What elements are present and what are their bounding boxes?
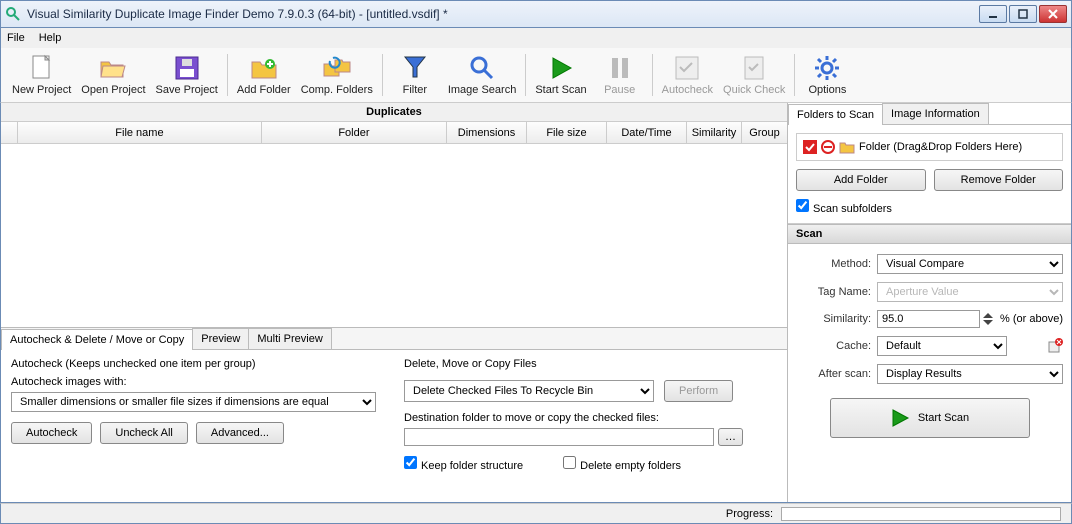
remove-icon bbox=[821, 140, 835, 154]
comp-folders-button[interactable]: Comp. Folders bbox=[296, 51, 378, 99]
minimize-button[interactable] bbox=[979, 5, 1007, 23]
add-folder-button[interactable]: Add Folder bbox=[232, 51, 296, 99]
pause-icon bbox=[606, 54, 634, 82]
menu-file[interactable]: File bbox=[7, 32, 25, 44]
tab-folders-to-scan[interactable]: Folders to Scan bbox=[788, 104, 883, 125]
folder-drop-hint: Folder (Drag&Drop Folders Here) bbox=[859, 141, 1022, 153]
duplicates-title: Duplicates bbox=[1, 103, 787, 122]
similarity-label: Similarity: bbox=[796, 313, 871, 325]
checklist-icon bbox=[673, 54, 701, 82]
keep-structure-checkbox[interactable]: Keep folder structure bbox=[404, 456, 523, 472]
grid-header: File name Folder Dimensions File size Da… bbox=[1, 122, 787, 144]
options-button[interactable]: Options bbox=[799, 51, 855, 99]
after-scan-select[interactable]: Display Results bbox=[877, 364, 1063, 384]
col-dimensions[interactable]: Dimensions bbox=[447, 122, 527, 143]
col-filename[interactable]: File name bbox=[18, 122, 262, 143]
col-group[interactable]: Group bbox=[742, 122, 787, 143]
cache-select[interactable]: Default bbox=[877, 336, 1007, 356]
status-bar: Progress: bbox=[0, 503, 1072, 524]
tagname-label: Tag Name: bbox=[796, 286, 871, 298]
autocheck-run-button[interactable]: Autocheck bbox=[11, 422, 92, 444]
tab-image-information[interactable]: Image Information bbox=[882, 103, 989, 124]
tab-multi-preview[interactable]: Multi Preview bbox=[248, 328, 331, 349]
autocheck-rule-select[interactable]: Smaller dimensions or smaller file sizes… bbox=[11, 392, 376, 412]
toolbar: New Project Open Project Save Project Ad… bbox=[0, 48, 1072, 103]
quick-check-icon bbox=[740, 54, 768, 82]
open-project-button[interactable]: Open Project bbox=[76, 51, 150, 99]
maximize-button[interactable] bbox=[1009, 5, 1037, 23]
save-project-button[interactable]: Save Project bbox=[151, 51, 223, 99]
scan-section-head: Scan bbox=[788, 224, 1071, 244]
autocheck-button[interactable]: Autocheck bbox=[657, 51, 718, 99]
uncheck-all-button[interactable]: Uncheck All bbox=[100, 422, 187, 444]
delete-cache-icon[interactable] bbox=[1047, 338, 1063, 354]
window-title: Visual Similarity Duplicate Image Finder… bbox=[27, 7, 977, 21]
similarity-input[interactable] bbox=[877, 310, 980, 328]
tagname-select[interactable]: Aperture Value bbox=[877, 282, 1063, 302]
similarity-suffix: % (or above) bbox=[1000, 313, 1063, 325]
autocheck-desc: Autocheck (Keeps unchecked one item per … bbox=[11, 358, 384, 370]
play-icon bbox=[547, 54, 575, 82]
funnel-icon bbox=[401, 54, 429, 82]
autocheck-with-label: Autocheck images with: bbox=[11, 376, 384, 388]
title-bar: Visual Similarity Duplicate Image Finder… bbox=[0, 0, 1072, 28]
filter-button[interactable]: Filter bbox=[387, 51, 443, 99]
tab-preview[interactable]: Preview bbox=[192, 328, 249, 349]
browse-button[interactable]: … bbox=[718, 428, 743, 446]
pause-button[interactable]: Pause bbox=[592, 51, 648, 99]
right-remove-folder-button[interactable]: Remove Folder bbox=[934, 169, 1064, 191]
gear-icon bbox=[813, 54, 841, 82]
image-search-button[interactable]: Image Search bbox=[443, 51, 521, 99]
menu-bar: File Help bbox=[0, 28, 1072, 48]
close-button[interactable] bbox=[1039, 5, 1067, 23]
method-label: Method: bbox=[796, 258, 871, 270]
col-folder[interactable]: Folder bbox=[262, 122, 447, 143]
magnifier-icon bbox=[468, 54, 496, 82]
perform-button[interactable]: Perform bbox=[664, 380, 733, 402]
folder-icon bbox=[839, 140, 855, 154]
dest-label: Destination folder to move or copy the c… bbox=[404, 412, 777, 424]
grid-body bbox=[1, 144, 787, 327]
col-filesize[interactable]: File size bbox=[527, 122, 607, 143]
document-new-icon bbox=[28, 54, 56, 82]
folder-drop-area[interactable]: Folder (Drag&Drop Folders Here) bbox=[796, 133, 1063, 161]
menu-help[interactable]: Help bbox=[39, 32, 62, 44]
advanced-button[interactable]: Advanced... bbox=[196, 422, 284, 444]
spin-down-icon[interactable] bbox=[982, 319, 994, 326]
method-select[interactable]: Visual Compare bbox=[877, 254, 1063, 274]
col-similarity[interactable]: Similarity bbox=[687, 122, 742, 143]
right-tab-strip: Folders to Scan Image Information bbox=[788, 103, 1071, 125]
right-start-scan-button[interactable]: Start Scan bbox=[830, 398, 1030, 438]
app-icon bbox=[5, 6, 21, 22]
toggle-check-icon bbox=[803, 140, 817, 154]
spin-up-icon[interactable] bbox=[982, 312, 994, 319]
right-add-folder-button[interactable]: Add Folder bbox=[796, 169, 926, 191]
play-icon bbox=[890, 408, 910, 428]
after-scan-label: After scan: bbox=[796, 368, 871, 380]
quick-check-button[interactable]: Quick Check bbox=[718, 51, 790, 99]
new-project-button[interactable]: New Project bbox=[7, 51, 76, 99]
floppy-icon bbox=[173, 54, 201, 82]
scan-subfolders-checkbox[interactable]: Scan subfolders bbox=[796, 203, 892, 215]
bottom-tab-strip: Autocheck & Delete / Move or Copy Previe… bbox=[1, 328, 787, 350]
delete-empty-checkbox[interactable]: Delete empty folders bbox=[563, 456, 681, 472]
cache-label: Cache: bbox=[796, 340, 871, 352]
tab-autocheck[interactable]: Autocheck & Delete / Move or Copy bbox=[1, 329, 193, 350]
folder-open-icon bbox=[99, 54, 127, 82]
folders-compare-icon bbox=[323, 54, 351, 82]
progress-label: Progress: bbox=[726, 508, 773, 520]
folder-add-icon bbox=[250, 54, 278, 82]
dmc-title: Delete, Move or Copy Files bbox=[404, 358, 777, 370]
start-scan-button[interactable]: Start Scan bbox=[530, 51, 591, 99]
progress-bar bbox=[781, 507, 1061, 521]
dest-folder-input[interactable] bbox=[404, 428, 714, 446]
dmc-action-select[interactable]: Delete Checked Files To Recycle Bin bbox=[404, 380, 654, 402]
col-datetime[interactable]: Date/Time bbox=[607, 122, 687, 143]
